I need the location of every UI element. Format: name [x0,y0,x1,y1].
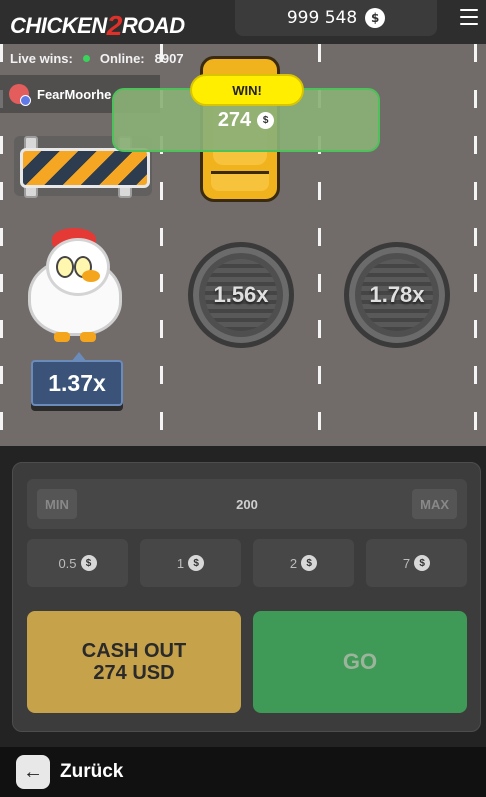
balance-display: 999 548 $ [235,0,437,36]
bet-amount-row: 200 MIN MAX [27,479,467,529]
top-bar: CHICKEN2ROAD 999 548 $ [0,0,486,44]
balance-amount: 999 548 [286,8,358,28]
go-button[interactable]: GO [253,611,467,713]
multiplier-value: 1.78x [369,282,425,307]
quick-bet-value: 1 [176,555,185,571]
player-name: FearMoorhe [37,86,112,102]
quick-bet-value: 2 [289,555,298,571]
quick-bet-button[interactable]: 0.5 $ [27,539,128,587]
game-app: CHICKEN2ROAD 999 548 $ Live wins: Online… [0,0,486,797]
multiplier-value: 1.56x [213,282,269,307]
online-indicator-icon [82,54,90,62]
win-amount: 274 [217,108,252,131]
chicken-character-icon [22,228,126,342]
min-bet-button[interactable]: MIN [37,489,77,519]
cash-out-button[interactable]: CASH OUT 274 USD [27,611,241,713]
dollar-coin-icon: $ [301,555,318,571]
hamburger-menu-icon[interactable] [460,9,478,25]
online-count: 8907 [154,50,184,66]
live-stats-bar: Live wins: Online: 8907 [0,44,212,72]
cash-out-label: CASH OUT [81,640,187,662]
manhole-multiplier[interactable]: 1.78x [344,242,450,348]
quick-bet-value: 0.5 [58,555,77,571]
online-label: Online: [99,50,145,66]
bet-amount-input[interactable]: 200 [27,479,467,529]
quick-bet-value: 7 [402,555,411,571]
quick-bet-row: 0.5 $ 1 $ 2 $ 7 $ [27,539,467,587]
quick-bet-button[interactable]: 7 $ [366,539,467,587]
dollar-coin-icon: $ [365,8,386,28]
current-multiplier-label: 1.37x [31,352,123,406]
win-badge: WIN! [190,74,304,106]
manhole-multiplier[interactable]: 1.56x [188,242,294,348]
logo-text-road: ROAD [121,13,185,38]
back-arrow-icon[interactable]: ← [16,755,50,789]
footer-bar: ← Zurück [0,747,486,797]
logo-text-chicken: CHICKEN [10,13,107,38]
dollar-coin-icon: $ [80,555,97,571]
quick-bet-button[interactable]: 1 $ [140,539,241,587]
dollar-coin-icon: $ [257,111,275,129]
max-bet-button[interactable]: MAX [412,489,457,519]
lane-divider [474,44,477,446]
back-link[interactable]: Zurück [60,761,123,783]
quick-bet-button[interactable]: 2 $ [253,539,354,587]
dollar-coin-icon: $ [188,555,205,571]
game-logo: CHICKEN2ROAD [10,8,185,41]
logo-text-two: 2 [106,10,123,41]
cash-out-amount: 274 USD [93,662,175,684]
live-wins-label: Live wins: [10,50,73,66]
player-avatar [9,84,31,106]
bet-control-panel: 200 MIN MAX 0.5 $ 1 $ 2 $ 7 $ CASH OUT 2… [12,462,481,732]
dollar-coin-icon: $ [414,555,431,571]
